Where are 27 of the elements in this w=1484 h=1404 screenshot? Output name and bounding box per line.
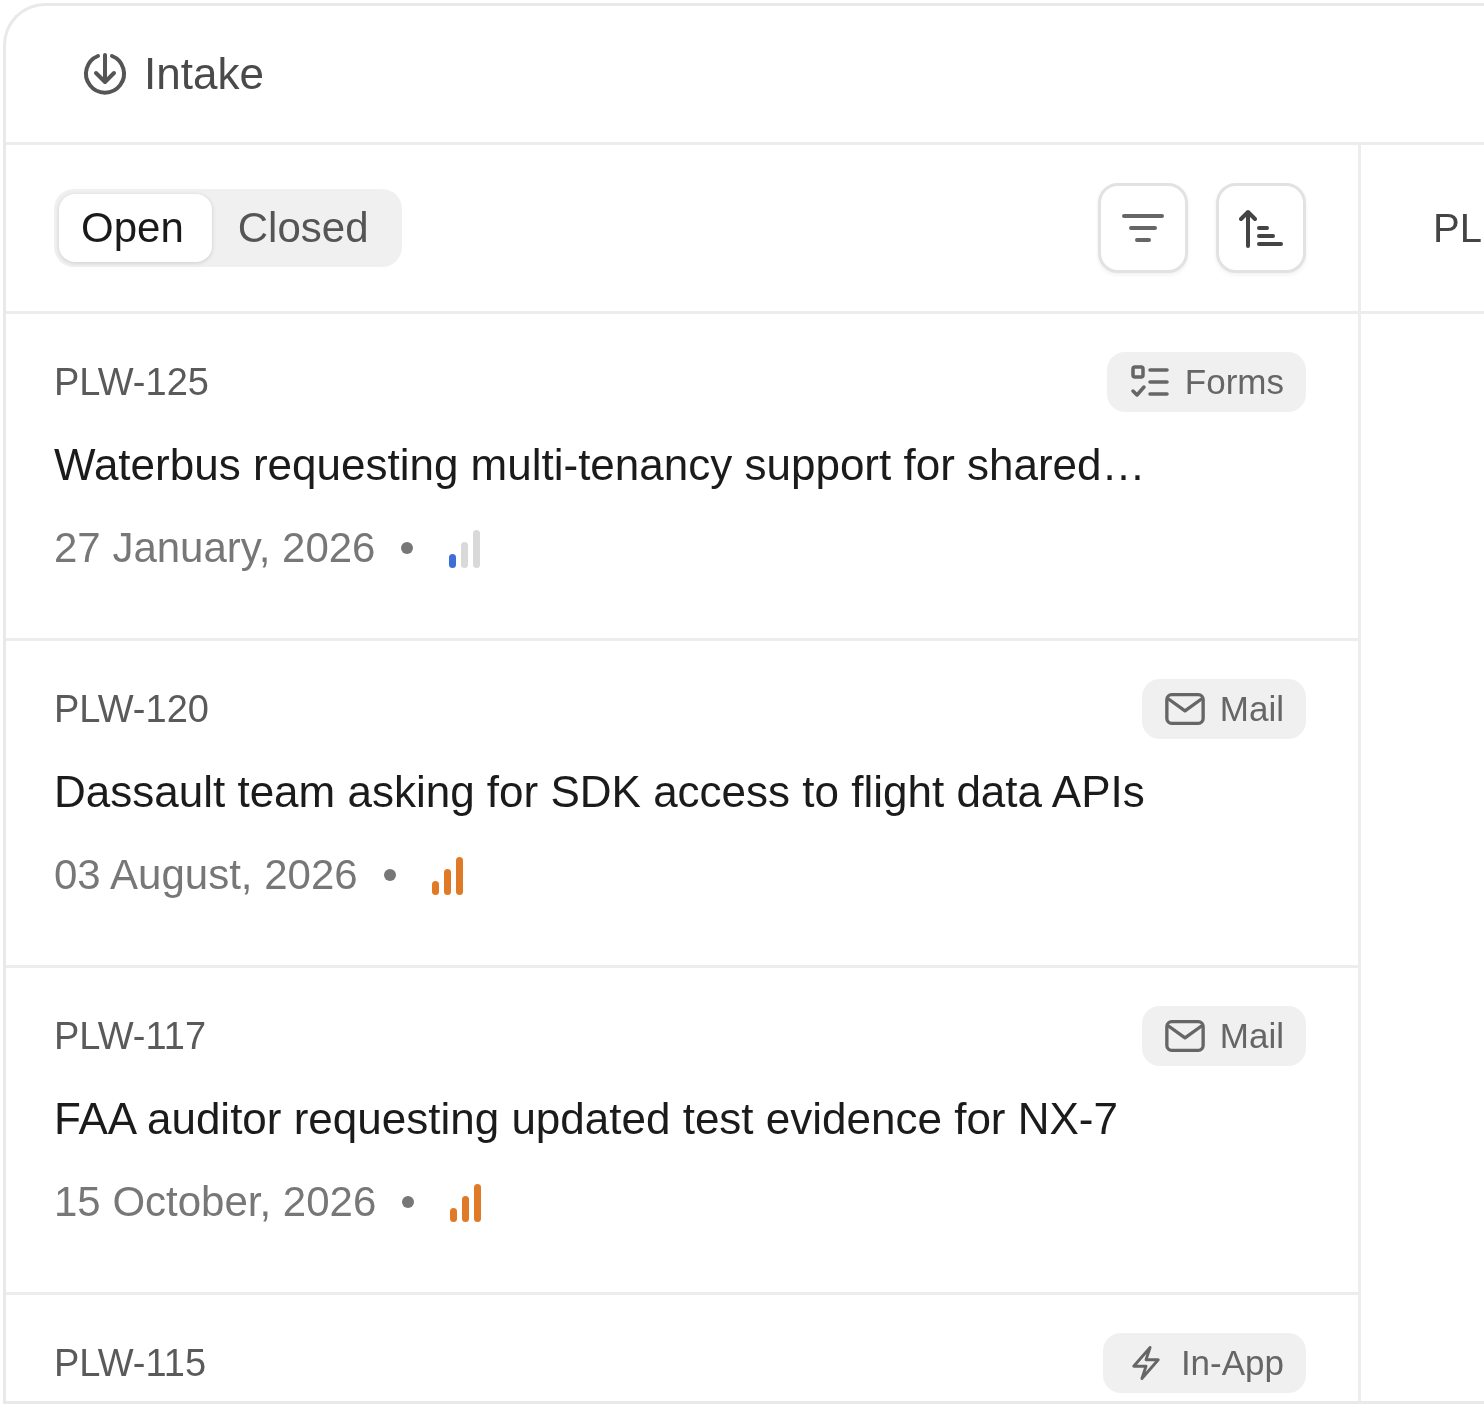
checklist-icon [1128,364,1171,400]
sort-ascending-icon [1239,208,1283,248]
mail-icon [1163,1018,1206,1054]
request-title[interactable]: Waterbus requesting multi-tenancy support for shared… [54,440,1306,490]
page-title: Intake [144,49,264,99]
source-tag: Mail [1141,1006,1306,1066]
detail-heading: PL [1433,205,1482,251]
request-date: 03 August, 2026 [54,851,358,899]
source-tag: Forms [1106,352,1306,412]
filter-tab[interactable]: Open [59,194,212,262]
source-tag: Mail [1141,679,1306,739]
mail-icon [1163,691,1206,727]
request-id: PLW-117 [54,1014,207,1058]
request-title[interactable]: Dassault team asking for SDK access to flight data APIs [54,767,1306,817]
sort-button[interactable] [1216,183,1306,273]
request-date: 27 January, 2026 [54,524,376,572]
separator-dot [401,542,414,554]
source-tag: In-App [1102,1333,1306,1393]
separator-dot [402,1196,415,1208]
request-title[interactable]: FAA auditor requesting updated test evidence for NX-7 [54,1094,1306,1144]
filter-tab[interactable]: Closed [215,194,397,262]
request-id: PLW-120 [54,687,209,731]
separator-dot [383,869,396,881]
filter-button[interactable] [1098,183,1188,273]
request-date: 15 October, 2026 [54,1178,377,1226]
request-id: PLW-115 [54,1341,207,1385]
request-id: PLW-125 [54,360,209,404]
